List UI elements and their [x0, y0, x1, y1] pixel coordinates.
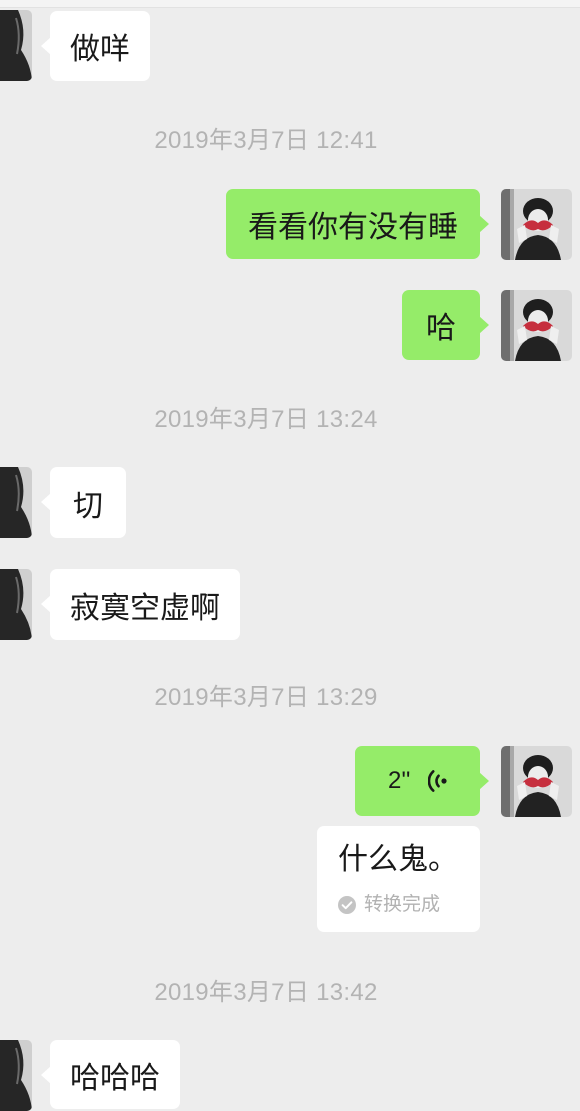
- message-text: 哈: [426, 312, 456, 345]
- timestamp: 2019年3月7日 13:42: [154, 979, 378, 1006]
- message-text: 哈哈哈: [70, 1061, 160, 1095]
- my-avatar-photo: [501, 290, 572, 361]
- message-bubble[interactable]: 哈哈哈: [41, 1040, 180, 1109]
- my-avatar-photo: [501, 746, 572, 817]
- message-bubble[interactable]: 切: [41, 467, 126, 538]
- message-bubble[interactable]: 看看你有没有睡: [226, 189, 489, 259]
- my-avatar[interactable]: [501, 290, 572, 361]
- voice-message-bubble[interactable]: 2'': [355, 746, 489, 816]
- contact-avatar[interactable]: [0, 1040, 32, 1111]
- my-avatar-photo: [501, 189, 572, 260]
- top-edge: [0, 0, 580, 8]
- contact-avatar-photo: [0, 467, 32, 538]
- message-bubble[interactable]: 做咩: [41, 11, 150, 81]
- message-bubble[interactable]: 哈: [402, 290, 489, 360]
- message-text: 看看你有没有睡: [248, 211, 458, 244]
- transcription-text: 什么鬼。: [338, 843, 458, 876]
- my-avatar[interactable]: [501, 746, 572, 817]
- message-text: 切: [73, 489, 103, 523]
- contact-avatar[interactable]: [0, 569, 32, 640]
- check-circle-icon: [338, 896, 356, 914]
- voice-transcription-bubble[interactable]: 什么鬼。 转换完成: [317, 826, 480, 932]
- transcription-status: 转换完成: [364, 894, 441, 915]
- chat-message-list[interactable]: 做咩 2019年3月7日 12:41 看看你有没有睡 哈 2019年3月7日 1…: [0, 0, 580, 1111]
- timestamp: 2019年3月7日 13:29: [154, 684, 378, 711]
- message-text: 做咩: [70, 33, 130, 66]
- timestamp: 2019年3月7日 12:41: [154, 127, 378, 154]
- contact-avatar[interactable]: [0, 10, 32, 81]
- voice-wave-icon: [428, 770, 447, 792]
- contact-avatar-photo: [0, 1040, 32, 1111]
- contact-avatar[interactable]: [0, 467, 32, 538]
- my-avatar[interactable]: [501, 189, 572, 260]
- contact-avatar-photo: [0, 10, 32, 81]
- contact-avatar-photo: [0, 569, 32, 640]
- message-bubble[interactable]: 寂寞空虚啊: [41, 569, 240, 640]
- message-text: 寂寞空虚啊: [70, 591, 220, 625]
- timestamp: 2019年3月7日 13:24: [154, 406, 378, 433]
- voice-duration: 2'': [388, 767, 411, 794]
